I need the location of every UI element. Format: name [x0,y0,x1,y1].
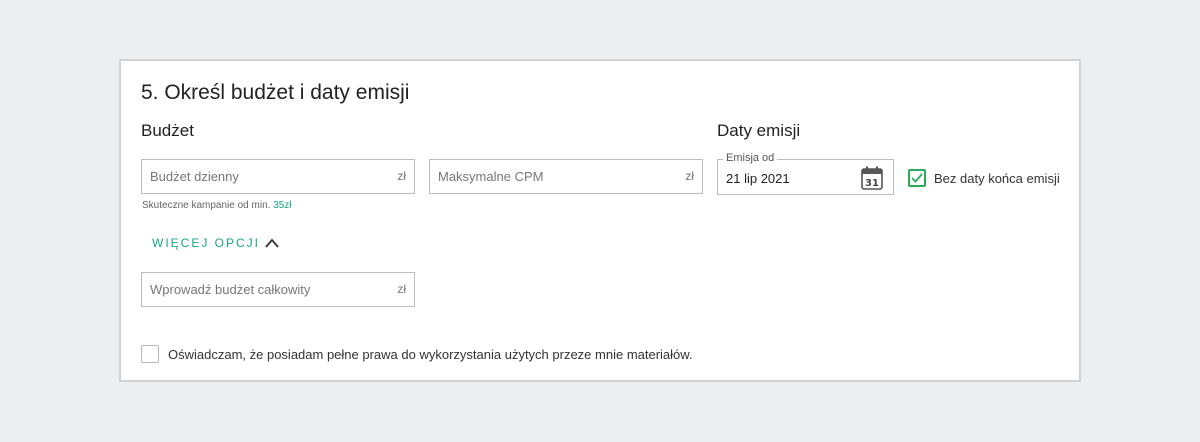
max-cpm-placeholder: Maksymalne CPM [438,169,544,184]
budget-hint-text: Skuteczne kampanie od min. [142,200,271,211]
max-cpm-unit: zł [685,169,694,183]
emission-start-value: 21 lip 2021 [726,171,790,186]
total-budget-input[interactable]: Wprowadź budżet całkowity zł [141,272,415,307]
max-cpm-input[interactable]: Maksymalne CPM zł [429,159,703,194]
no-end-date-option[interactable]: Bez daty końca emisji [908,169,1060,187]
budget-dates-card: 5. Określ budżet i daty emisji Budżet Da… [119,59,1081,382]
daily-budget-unit: zł [397,169,406,183]
more-options-toggle[interactable]: WIĘCEJ OPCJI [152,236,260,250]
daily-budget-placeholder: Budżet dzienny [150,169,239,184]
no-end-date-label: Bez daty końca emisji [934,170,1060,186]
emission-start-label: Emisja od [723,152,778,164]
budget-hint: Skuteczne kampanie od min. 35zł [142,200,292,211]
section-title: 5. Określ budżet i daty emisji [141,81,410,104]
chevron-up-icon[interactable] [264,237,280,249]
total-budget-placeholder: Wprowadź budżet całkowity [150,282,311,297]
total-budget-unit: zł [397,282,406,296]
rights-consent-label: Oświadczam, że posiadam pełne prawa do w… [168,346,693,362]
checkmark-icon [911,173,923,183]
budget-heading: Budżet [141,121,194,140]
rights-consent-checkbox[interactable] [141,345,159,363]
emission-start-date-field[interactable]: Emisja od 21 lip 2021 31 [717,152,894,195]
no-end-date-checkbox[interactable] [908,169,926,187]
dates-heading: Daty emisji [717,121,801,140]
calendar-day-number: 31 [865,178,879,189]
daily-budget-input[interactable]: Budżet dzienny zł [141,159,415,194]
rights-consent-option[interactable]: Oświadczam, że posiadam pełne prawa do w… [141,345,693,363]
calendar-icon[interactable]: 31 [861,166,883,190]
budget-hint-amount: 35zł [273,200,292,211]
